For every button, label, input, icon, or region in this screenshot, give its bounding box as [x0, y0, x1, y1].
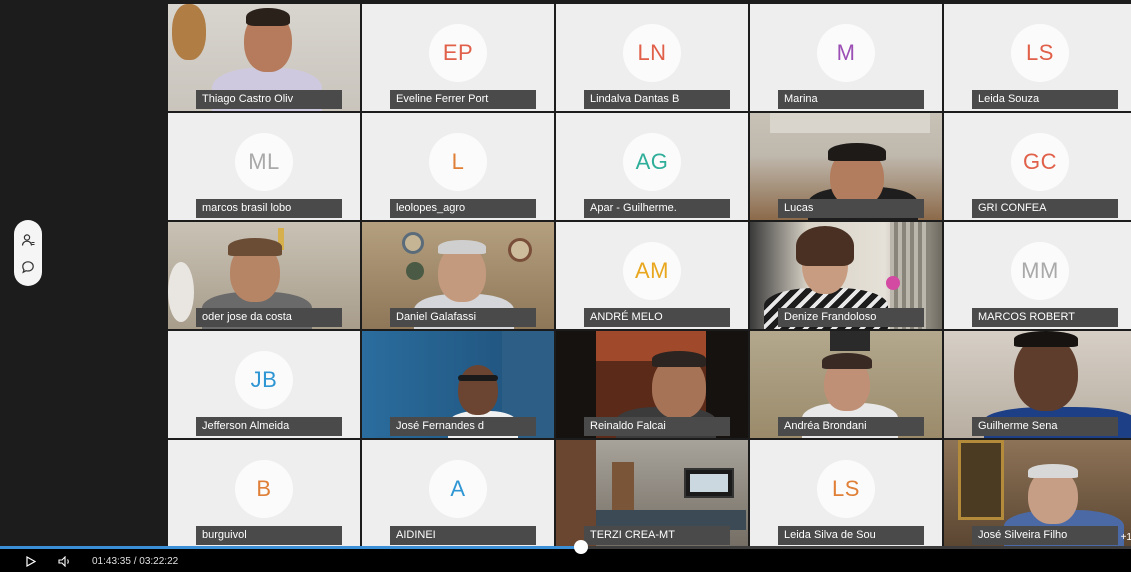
participant-tile[interactable]: GC GRI CONFEA: [944, 113, 1131, 220]
participant-tile[interactable]: M Marina: [750, 4, 942, 111]
participant-name: Guilherme Sena: [972, 417, 1118, 436]
participant-tile[interactable]: Guilherme Sena: [944, 331, 1131, 438]
participant-tile[interactable]: José Fernandes d: [362, 331, 554, 438]
participant-name: oder jose da costa: [196, 308, 342, 327]
participant-tile[interactable]: TERZI CREA-MT: [556, 440, 748, 547]
participant-tile[interactable]: A AIDINEI: [362, 440, 554, 547]
participant-name: Denize Frandoloso: [778, 308, 924, 327]
participant-tile[interactable]: AG Apar - Guilherme.: [556, 113, 748, 220]
participant-tile[interactable]: Daniel Galafassi: [362, 222, 554, 329]
participant-name: Apar - Guilherme.: [584, 199, 730, 218]
chat-icon[interactable]: [20, 259, 36, 275]
participant-tile[interactable]: Andréa Brondani: [750, 331, 942, 438]
participant-avatar: GC: [1011, 133, 1069, 192]
more-participants-badge[interactable]: +1: [1121, 532, 1131, 543]
participant-name: ANDRÉ MELO: [584, 308, 730, 327]
participant-tile[interactable]: Reinaldo Falcai: [556, 331, 748, 438]
participant-avatar: B: [235, 460, 293, 519]
player-controls: 01:43:35 / 03:22:22: [0, 540, 1131, 572]
participant-avatar: LS: [1011, 24, 1069, 83]
participant-grid: Thiago Castro Oliv EP Eveline Ferrer Port L…: [168, 4, 1131, 547]
progress-handle[interactable]: [574, 540, 589, 554]
participant-tile[interactable]: EP Eveline Ferrer Port: [362, 4, 554, 111]
participant-name: Reinaldo Falcai: [584, 417, 730, 436]
participant-tile[interactable]: MM MARCOS ROBERT: [944, 222, 1131, 329]
participant-tile[interactable]: Bburguivol: [168, 440, 360, 547]
participant-avatar: LN: [623, 24, 681, 83]
participant-name: José Silveira Filho: [972, 526, 1118, 545]
participant-name: burguivol: [196, 526, 342, 545]
participant-name: leolopes_agro: [390, 199, 536, 218]
participant-name: Lucas: [778, 199, 924, 218]
participant-tile[interactable]: oder jose da costa: [168, 222, 360, 329]
participant-tile[interactable]: Thiago Castro Oliv: [168, 4, 360, 111]
participant-name: Lindalva Dantas B: [584, 90, 730, 109]
participant-avatar: M: [817, 24, 875, 83]
participant-avatar: A: [429, 460, 487, 519]
participant-name: Andréa Brondani: [778, 417, 924, 436]
participant-name: MARCOS ROBERT: [972, 308, 1118, 327]
participant-tile[interactable]: Lucas: [750, 113, 942, 220]
participant-name: Eveline Ferrer Port: [390, 90, 536, 109]
side-panel: [14, 220, 42, 286]
participants-icon[interactable]: [20, 232, 36, 248]
video-frame: Thiago Castro Oliv EP Eveline Ferrer Port L…: [0, 0, 1131, 547]
participant-tile[interactable]: JB Jefferson Almeida: [168, 331, 360, 438]
time-display: 01:43:35 / 03:22:22: [92, 556, 179, 567]
progress-fill: [0, 546, 582, 549]
participant-name: GRI CONFEA: [972, 199, 1118, 218]
participant-tile[interactable]: AM ANDRÉ MELO: [556, 222, 748, 329]
participant-avatar: JB: [235, 351, 293, 410]
participant-name: Leida Silva de Sou: [778, 526, 924, 545]
participant-tile[interactable]: ML marcos brasil lobo: [168, 113, 360, 220]
play-button[interactable]: [24, 555, 38, 567]
participant-avatar: ML: [235, 133, 293, 192]
participant-avatar: AM: [623, 242, 681, 301]
participant-name: Daniel Galafassi: [390, 308, 536, 327]
participant-name: Jefferson Almeida: [196, 417, 342, 436]
participant-avatar: MM: [1011, 242, 1069, 301]
participant-tile[interactable]: Lleolopes_agro: [362, 113, 554, 220]
participant-tile[interactable]: LS Leida Souza: [944, 4, 1131, 111]
participant-tile[interactable]: LS Leida Silva de Sou: [750, 440, 942, 547]
participant-avatar: AG: [623, 133, 681, 192]
participant-name: José Fernandes d: [390, 417, 536, 436]
participant-tile[interactable]: LN Lindalva Dantas B: [556, 4, 748, 111]
participant-tile[interactable]: Denize Frandoloso: [750, 222, 942, 329]
participant-name: Thiago Castro Oliv: [196, 90, 342, 109]
participant-name: Leida Souza: [972, 90, 1118, 109]
participant-avatar: LS: [817, 460, 875, 519]
participant-name: Marina: [778, 90, 924, 109]
progress-bar[interactable]: [0, 540, 1131, 554]
participant-avatar: L: [429, 133, 487, 192]
participant-avatar: EP: [429, 24, 487, 83]
volume-icon[interactable]: [58, 555, 72, 567]
participant-name: TERZI CREA-MT: [584, 526, 730, 545]
participant-tile[interactable]: José Silveira Filho +1: [944, 440, 1131, 547]
participant-name: AIDINEI: [390, 526, 536, 545]
participant-name: marcos brasil lobo: [196, 199, 342, 218]
